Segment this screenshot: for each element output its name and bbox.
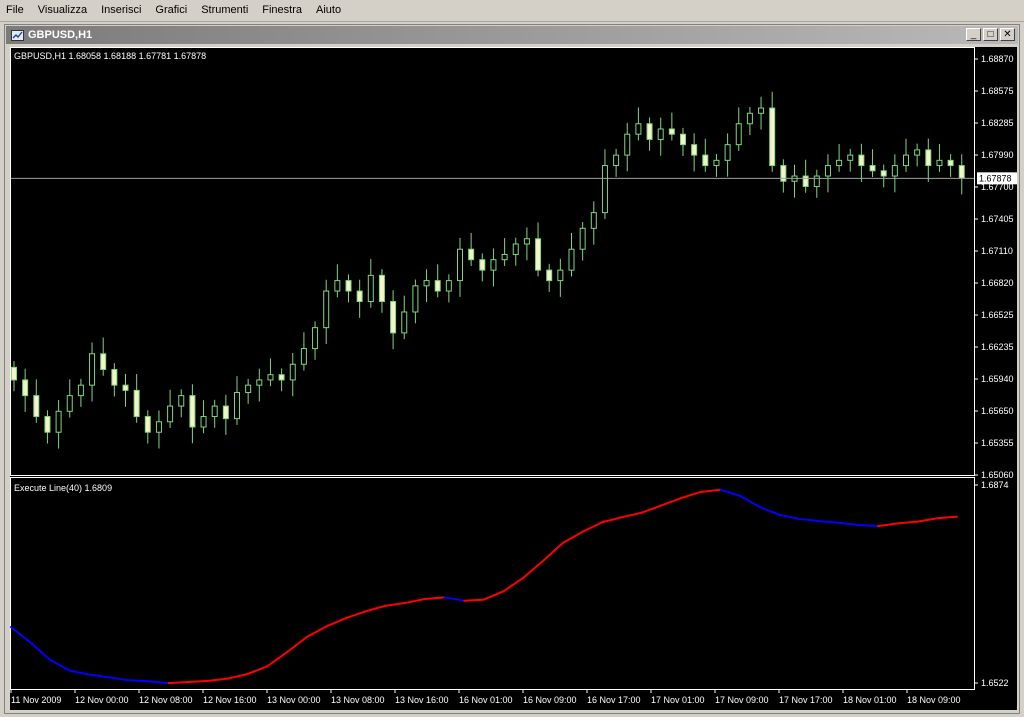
x-tick-label: 12 Nov 08:00 [139,695,193,705]
menu-finestra[interactable]: Finestra [256,0,310,21]
y-tick-label: 1.67990 [981,150,1014,160]
y-tick-label: 1.66235 [981,342,1014,352]
x-tick-label: 17 Nov 01:00 [651,695,705,705]
x-tick-label: 13 Nov 08:00 [331,695,385,705]
x-tick-label: 18 Nov 09:00 [907,695,961,705]
y-tick-label: 1.66525 [981,310,1014,320]
execute-line-segment [463,598,485,602]
x-tick-label: 13 Nov 00:00 [267,695,321,705]
window-titlebar[interactable]: GBPUSD,H1 _ □ ✕ [6,26,1018,44]
y-tick-label: 1.68575 [981,86,1014,96]
chart-window-icon [10,29,24,41]
y-tick-label: 1.68870 [981,54,1014,64]
x-tick-label: 16 Nov 17:00 [587,695,641,705]
indicator-y-tick-label: 1.6874 [981,480,1009,490]
x-tick-label: 12 Nov 00:00 [75,695,129,705]
maximize-button[interactable]: □ [983,28,998,41]
x-tick-label: 13 Nov 16:00 [395,695,449,705]
window-title: GBPUSD,H1 [28,29,93,41]
x-tick-label: 18 Nov 01:00 [843,695,897,705]
y-tick-label: 1.65650 [981,406,1014,416]
y-tick-label: 1.67405 [981,214,1014,224]
x-tick-label: 16 Nov 01:00 [459,695,513,705]
x-tick-label: 17 Nov 17:00 [779,695,833,705]
main-chart-header: GBPUSD,H1 1.68058 1.68188 1.67781 1.6787… [14,51,206,61]
menu-bar: File Visualizza Inserisci Grafici Strumenti F… [0,0,1024,22]
y-tick-label: 1.65940 [981,374,1014,384]
close-button[interactable]: ✕ [1000,28,1015,41]
execute-line-segment [128,679,150,683]
y-tick-label: 1.66820 [981,278,1014,288]
x-tick-label: 17 Nov 09:00 [715,695,769,705]
y-tick-label: 1.68285 [981,118,1014,128]
chart-background [10,47,1017,710]
minimize-button[interactable]: _ [966,28,981,41]
y-tick-label: 1.67110 [981,246,1013,256]
indicator-header: Execute Line(40) 1.6809 [14,483,112,493]
execute-line-segment [857,524,880,528]
menu-file[interactable]: File [0,0,32,21]
execute-line-segment [187,679,210,683]
menu-strumenti[interactable]: Strumenti [195,0,256,21]
indicator-y-tick-label: 1.6522 [981,678,1009,688]
x-tick-label: 12 Nov 16:00 [203,695,257,705]
y-tick-label: 1.65355 [981,438,1014,448]
menu-aiuto[interactable]: Aiuto [310,0,349,21]
current-price-label: 1.67878 [977,172,1017,185]
price-chart[interactable]: 1.688701.685751.682851.679901.677001.674… [10,47,1017,710]
y-tick-label: 1.65060 [981,470,1014,480]
svg-text:1.67878: 1.67878 [979,173,1012,183]
menu-grafici[interactable]: Grafici [149,0,195,21]
x-tick-label: 11 Nov 2009 [11,695,61,705]
x-tick-label: 16 Nov 09:00 [523,695,577,705]
menu-visualizza[interactable]: Visualizza [32,0,95,21]
menu-inserisci[interactable]: Inserisci [95,0,149,21]
execute-line-segment [167,680,190,685]
